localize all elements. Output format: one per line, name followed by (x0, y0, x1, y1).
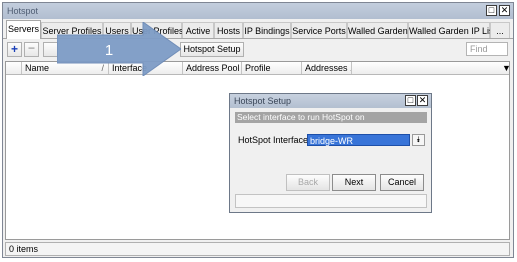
tab-ip-bindings[interactable]: IP Bindings (243, 22, 291, 38)
dialog-info-banner: Select interface to run HotSpot on (235, 112, 427, 123)
next-button[interactable]: Next (332, 174, 376, 191)
remove-button[interactable]: − (24, 42, 39, 57)
minus-icon: − (27, 41, 35, 55)
status-bar: 0 items (5, 242, 510, 256)
window-titlebar[interactable]: Hotspot □ ✕ (3, 3, 513, 19)
items-count: 0 items (9, 244, 39, 254)
column-profile[interactable]: Profile (242, 62, 302, 74)
hotspot-interface-select[interactable]: bridge-WR (307, 134, 410, 146)
callout-step-number: 1 (105, 42, 113, 59)
tab-walled-garden-ip-list[interactable]: Walled Garden IP List (408, 22, 496, 38)
window-title: Hotspot (7, 6, 39, 16)
dropdown-icon[interactable]: ⯯ (412, 134, 425, 146)
column-menu-dropdown[interactable]: ▼ (500, 62, 513, 74)
close-icon[interactable]: ✕ (499, 5, 510, 16)
tab-hosts[interactable]: Hosts (214, 22, 243, 38)
hotspot-interface-label: HotSpot Interface: (238, 135, 311, 145)
dialog-close-icon[interactable]: ✕ (417, 95, 428, 106)
enable-button[interactable] (43, 42, 58, 57)
dialog-maximize-icon[interactable]: □ (405, 95, 416, 106)
column-address-pool[interactable]: Address Pool (183, 62, 242, 74)
tab-service-ports[interactable]: Service Ports (291, 22, 347, 38)
back-button[interactable]: Back (286, 174, 330, 191)
tab-active[interactable]: Active (182, 22, 214, 38)
find-input[interactable]: Find (466, 42, 508, 56)
tab-walled-garden[interactable]: Walled Garden (347, 22, 408, 38)
maximize-icon[interactable]: □ (486, 5, 497, 16)
dialog-status-bar (235, 194, 427, 208)
chevron-down-icon: ▼ (502, 63, 511, 73)
column-addresses[interactable]: Addresses ... (302, 62, 352, 74)
tab-more[interactable]: ... (490, 22, 510, 38)
callout-arrow: 1 (57, 22, 181, 76)
hotspot-setup-dialog: Hotspot Setup □ ✕ Select interface to ru… (229, 93, 432, 213)
tab-servers[interactable]: Servers (6, 20, 41, 39)
dialog-titlebar[interactable]: Hotspot Setup □ ✕ (230, 94, 431, 108)
column-checkbox[interactable] (6, 62, 22, 74)
plus-icon: + (10, 42, 18, 56)
cancel-button[interactable]: Cancel (380, 174, 424, 191)
dialog-title: Hotspot Setup (234, 96, 292, 106)
add-button[interactable]: + (7, 42, 22, 57)
hotspot-setup-button[interactable]: Hotspot Setup (180, 42, 244, 57)
